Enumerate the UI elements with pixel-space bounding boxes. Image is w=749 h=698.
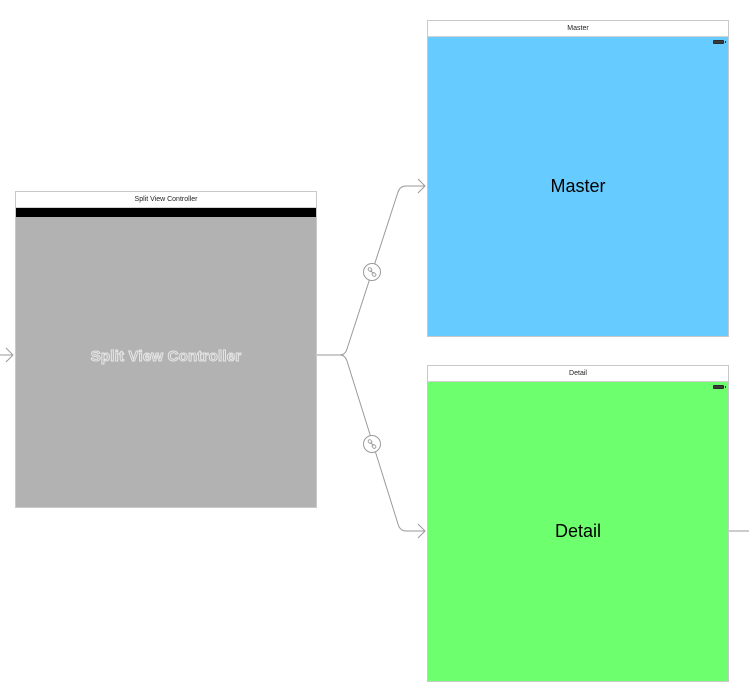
segue-line-detail[interactable] [339, 354, 425, 532]
detail-scene[interactable]: Detail Detail [427, 365, 729, 682]
master-label[interactable]: Master [550, 176, 605, 197]
master-content-view[interactable]: Master [428, 37, 728, 336]
battery-icon [713, 385, 726, 389]
scene-title[interactable]: Detail [428, 366, 728, 382]
storyboard-canvas[interactable]: Split View Controller Split View Control… [0, 0, 749, 698]
relationship-link-icon[interactable] [363, 263, 381, 281]
scene-title[interactable]: Split View Controller [16, 192, 316, 208]
placeholder-label: Split View Controller [90, 347, 242, 365]
split-view-controller-scene[interactable]: Split View Controller Split View Control… [15, 191, 317, 508]
status-bar [16, 208, 316, 217]
split-view-area[interactable]: Split View Controller [16, 217, 316, 507]
link-glyph-icon [367, 439, 377, 449]
link-glyph-icon [367, 267, 377, 277]
detail-label[interactable]: Detail [555, 521, 601, 542]
scene-title[interactable]: Master [428, 21, 728, 37]
relationship-link-icon[interactable] [363, 435, 381, 453]
battery-icon [713, 40, 726, 44]
detail-content-view[interactable]: Detail [428, 382, 728, 681]
master-scene[interactable]: Master Master [427, 20, 729, 337]
initial-entry-arrow [0, 347, 14, 363]
